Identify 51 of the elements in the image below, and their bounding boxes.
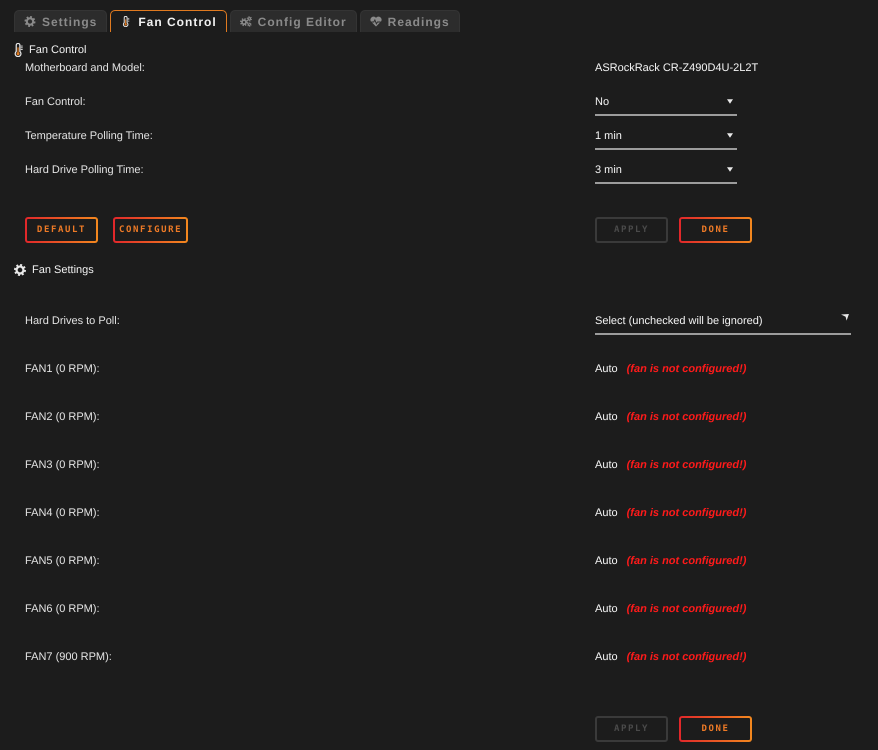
- field-label: Fan Control:: [25, 95, 86, 109]
- tab[interactable]: Readings: [360, 10, 460, 32]
- field-label: FAN1 (0 RPM):: [25, 362, 100, 376]
- warning-text: (fan is not configured!): [626, 410, 746, 424]
- field-label: Hard Drives to Poll:: [25, 314, 120, 328]
- field-label: FAN4 (0 RPM):: [25, 506, 100, 520]
- section-title: Fan Settings: [32, 263, 94, 277]
- tab[interactable]: Settings: [14, 10, 108, 32]
- field-label: FAN6 (0 RPM):: [25, 602, 100, 616]
- field-label: Hard Drive Polling Time:: [25, 163, 144, 177]
- caret-icon: [727, 167, 733, 172]
- caret-icon: [727, 133, 733, 138]
- dropdown-field[interactable]: 3 min: [595, 163, 737, 184]
- gear-icon: [14, 264, 26, 276]
- field-label: FAN3 (0 RPM):: [25, 458, 100, 472]
- field-label: FAN5 (0 RPM):: [25, 554, 100, 568]
- value-text: ASRockRack CR-Z490D4U-2L2T: [595, 61, 758, 75]
- action-button[interactable]: CONFIGURE: [113, 217, 188, 243]
- warning-text: (fan is not configured!): [626, 362, 746, 376]
- warning-text: (fan is not configured!): [626, 650, 746, 664]
- gear-icon: [24, 16, 36, 27]
- fan-mode-text: Auto: [595, 650, 618, 664]
- warning-text: (fan is not configured!): [626, 602, 746, 616]
- caret-icon: [841, 314, 849, 321]
- dropdown-field[interactable]: Select (unchecked will be ignored): [595, 314, 851, 335]
- warning-text: (fan is not configured!): [626, 506, 746, 520]
- tab[interactable]: Fan Control: [110, 10, 227, 32]
- field-label: Motherboard and Model:: [25, 61, 145, 75]
- warning-text: (fan is not configured!): [626, 554, 746, 568]
- action-button[interactable]: DEFAULT: [25, 217, 98, 243]
- warning-text: (fan is not configured!): [626, 458, 746, 472]
- field-label: Temperature Polling Time:: [25, 129, 153, 143]
- dropdown-field[interactable]: No: [595, 95, 737, 116]
- fan-mode-text: Auto: [595, 362, 618, 376]
- thermometer-icon: [120, 16, 132, 27]
- fan-mode-text: Auto: [595, 602, 618, 616]
- field-label: FAN7 (900 RPM):: [25, 650, 112, 664]
- fan-mode-text: Auto: [595, 458, 618, 472]
- gears-icon: [240, 16, 252, 27]
- fan-mode-text: Auto: [595, 506, 618, 520]
- section-title: Fan Control: [29, 43, 86, 57]
- tab[interactable]: Config Editor: [230, 10, 357, 32]
- field-label: FAN2 (0 RPM):: [25, 410, 100, 424]
- fan-mode-text: Auto: [595, 554, 618, 568]
- action-button[interactable]: DONE: [679, 716, 752, 742]
- dropdown-field[interactable]: 1 min: [595, 129, 737, 150]
- thermometer-icon: [14, 43, 23, 57]
- action-button[interactable]: DONE: [679, 217, 752, 243]
- heart-pulse-icon: [370, 16, 382, 27]
- caret-icon: [727, 99, 733, 104]
- fan-mode-text: Auto: [595, 410, 618, 424]
